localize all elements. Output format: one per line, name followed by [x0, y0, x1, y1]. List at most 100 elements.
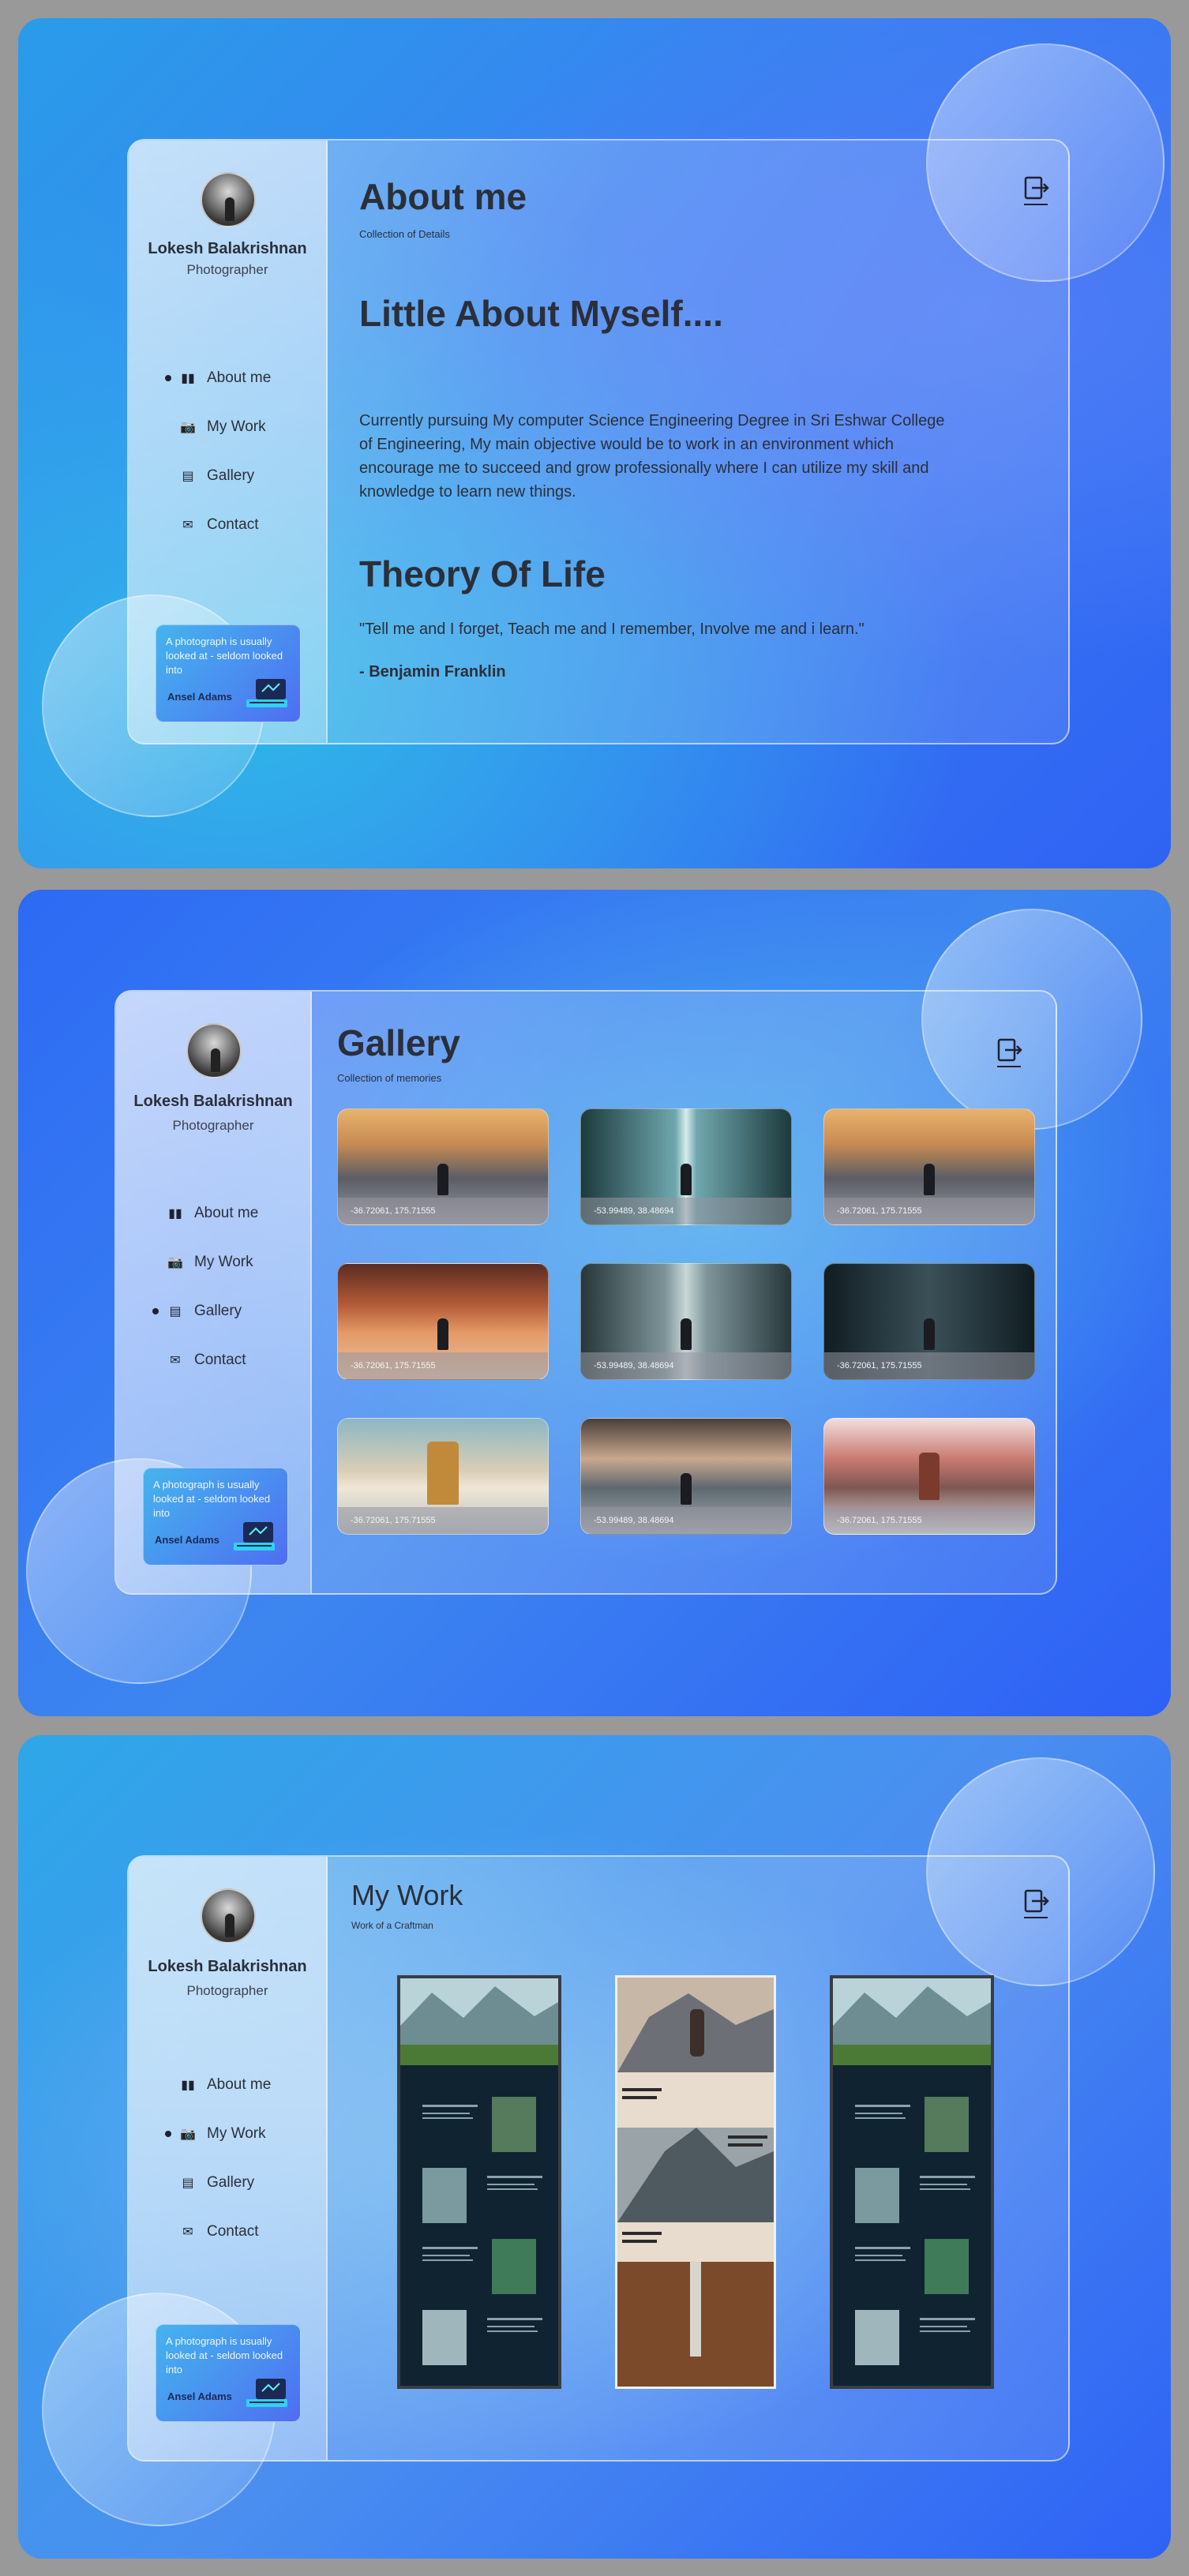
- sidebar: Lokesh Balakrishnan Photographer ▮▮ Abou…: [116, 992, 312, 1593]
- gallery-tile[interactable]: -53.99489, 38.48694: [580, 1263, 792, 1380]
- gallery-tile[interactable]: -36.72061, 175.71555: [337, 1263, 549, 1380]
- avatar: [201, 172, 256, 227]
- sidebar-item-my-work[interactable]: 📷 My Work: [160, 2109, 310, 2158]
- quote-card-text: A photograph is usually looked at - seld…: [153, 1479, 271, 1519]
- sidebar-item-contact[interactable]: ✉ Contact: [160, 501, 310, 549]
- active-dot: [165, 375, 171, 381]
- sidebar-item-label: Contact: [207, 516, 259, 533]
- sidebar-item-my-work[interactable]: 📷 My Work: [160, 403, 310, 452]
- sidebar-item-about[interactable]: ▮▮ About me: [160, 2060, 310, 2109]
- profile-name: Lokesh Balakrishnan: [148, 240, 307, 257]
- dark-website-mockup-icon: [400, 1978, 558, 2365]
- logout-icon[interactable]: [1022, 175, 1049, 207]
- book-icon: ▮▮: [181, 2079, 195, 2092]
- person-figure: [681, 1473, 692, 1505]
- about-paragraph: Currently pursuing My computer Science E…: [359, 412, 945, 501]
- sidebar-item-my-work[interactable]: 📷 My Work: [148, 1238, 298, 1287]
- page-title: Gallery: [337, 1022, 460, 1063]
- active-dot: [152, 1308, 159, 1314]
- work-shot[interactable]: [830, 1975, 994, 2389]
- mail-icon: ✉: [182, 519, 193, 532]
- about-heading: Little About Myself....: [359, 293, 723, 334]
- profile-name: Lokesh Balakrishnan: [148, 1958, 307, 1975]
- sidebar-item-contact[interactable]: ✉ Contact: [160, 2207, 310, 2256]
- life-quote-author: - Benjamin Franklin: [359, 663, 506, 681]
- tile-caption: -36.72061, 175.71555: [338, 1507, 548, 1534]
- person-figure: [924, 1318, 935, 1350]
- work-shot[interactable]: [615, 1975, 776, 2389]
- gallery-tile[interactable]: -36.72061, 175.71555: [823, 1418, 1035, 1535]
- logout-icon[interactable]: [996, 1037, 1022, 1069]
- book-icon: ▮▮: [181, 372, 195, 385]
- camera-icon: 📷: [167, 1256, 183, 1269]
- person-figure: [681, 1164, 692, 1195]
- sidebar: Lokesh Balakrishnan Photographer ▮▮ Abou…: [129, 141, 328, 743]
- person-figure: [681, 1318, 692, 1350]
- avatar: [186, 1023, 242, 1078]
- profile-role: Photographer: [172, 1118, 254, 1133]
- avatar: [201, 1888, 256, 1944]
- active-dot: [165, 2131, 171, 2137]
- gallery-main: Gallery Collection of memories -36.72061…: [312, 992, 1056, 1593]
- sidebar-item-gallery[interactable]: ▤ Gallery: [148, 1287, 298, 1336]
- book-icon: ▮▮: [168, 1207, 182, 1221]
- computer-illustration-icon: [246, 2379, 287, 2407]
- quote-card-text: A photograph is usually looked at - seld…: [166, 2335, 283, 2375]
- tile-caption: -36.72061, 175.71555: [338, 1198, 548, 1224]
- quote-card-author: Ansel Adams: [167, 691, 232, 703]
- sidebar-item-contact[interactable]: ✉ Contact: [148, 1336, 298, 1385]
- gallery-icon: ▤: [182, 470, 194, 483]
- quote-card: A photograph is usually looked at - seld…: [156, 2324, 301, 2422]
- sidebar-item-about[interactable]: ▮▮ About me: [148, 1189, 298, 1238]
- sidebar-item-gallery[interactable]: ▤ Gallery: [160, 2158, 310, 2207]
- sidebar-item-label: Gallery: [194, 1303, 242, 1319]
- tile-caption: -36.72061, 175.71555: [824, 1352, 1034, 1379]
- sidebar-item-label: Gallery: [207, 2174, 255, 2191]
- person-figure: [427, 1442, 459, 1505]
- work-shot[interactable]: [397, 1975, 561, 2389]
- tile-caption: -36.72061, 175.71555: [338, 1352, 548, 1379]
- gallery-tile[interactable]: -53.99489, 38.48694: [580, 1108, 792, 1225]
- gallery-tile[interactable]: -53.99489, 38.48694: [580, 1418, 792, 1535]
- mail-icon: ✉: [170, 1354, 181, 1367]
- tile-caption: -53.99489, 38.48694: [581, 1198, 791, 1224]
- about-section: Lokesh Balakrishnan Photographer ▮▮ Abou…: [18, 18, 1171, 868]
- sidebar-nav: ▮▮ About me 📷 My Work ▤ Gallery ✉ Contac…: [160, 2060, 310, 2256]
- tile-caption: -36.72061, 175.71555: [824, 1507, 1034, 1534]
- sidebar-item-label: About me: [207, 369, 272, 386]
- gallery-tile[interactable]: -36.72061, 175.71555: [823, 1108, 1035, 1225]
- person-figure: [919, 1453, 940, 1500]
- gallery-tile[interactable]: -36.72061, 175.71555: [823, 1263, 1035, 1380]
- sidebar-item-label: My Work: [207, 418, 266, 435]
- camera-icon: 📷: [180, 421, 196, 434]
- tile-caption: -53.99489, 38.48694: [581, 1352, 791, 1379]
- profile-role: Photographer: [186, 262, 268, 277]
- sidebar-item-gallery[interactable]: ▤ Gallery: [160, 452, 310, 501]
- person-figure: [924, 1164, 935, 1195]
- mail-icon: ✉: [182, 2225, 193, 2239]
- work-section: Lokesh Balakrishnan Photographer ▮▮ Abou…: [18, 1735, 1171, 2559]
- theory-heading: Theory Of Life: [359, 553, 606, 594]
- sidebar-item-label: Gallery: [207, 467, 255, 484]
- sidebar-item-about[interactable]: ▮▮ About me: [160, 354, 310, 403]
- gallery-grid: -36.72061, 175.71555 -53.99489, 38.48694…: [337, 1108, 1035, 1535]
- gallery-section: Lokesh Balakrishnan Photographer ▮▮ Abou…: [18, 890, 1171, 1716]
- tile-caption: -53.99489, 38.48694: [581, 1507, 791, 1534]
- gallery-tile[interactable]: -36.72061, 175.71555: [337, 1418, 549, 1535]
- life-quote: "Tell me and I forget, Teach me and I re…: [359, 621, 865, 638]
- page-subtitle: Work of a Craftman: [351, 1920, 433, 1931]
- work-main: My Work Work of a Craftman: [328, 1857, 1068, 2460]
- quote-card-text: A photograph is usually looked at - seld…: [166, 636, 283, 676]
- logout-icon[interactable]: [1022, 1888, 1049, 1920]
- person-figure: [437, 1164, 448, 1195]
- sidebar-item-label: My Work: [207, 2125, 266, 2142]
- computer-illustration-icon: [234, 1522, 275, 1550]
- work-panel: Lokesh Balakrishnan Photographer ▮▮ Abou…: [127, 1855, 1070, 2462]
- camera-icon: 📷: [180, 2128, 196, 2141]
- sidebar-item-label: Contact: [194, 1352, 246, 1368]
- gallery-tile[interactable]: -36.72061, 175.71555: [337, 1108, 549, 1225]
- sidebar-nav: ▮▮ About me 📷 My Work ▤ Gallery ✉ Contac…: [160, 354, 310, 549]
- sidebar-item-label: My Work: [194, 1254, 253, 1270]
- quote-card: A photograph is usually looked at - seld…: [143, 1468, 288, 1565]
- work-shots: [397, 1975, 994, 2389]
